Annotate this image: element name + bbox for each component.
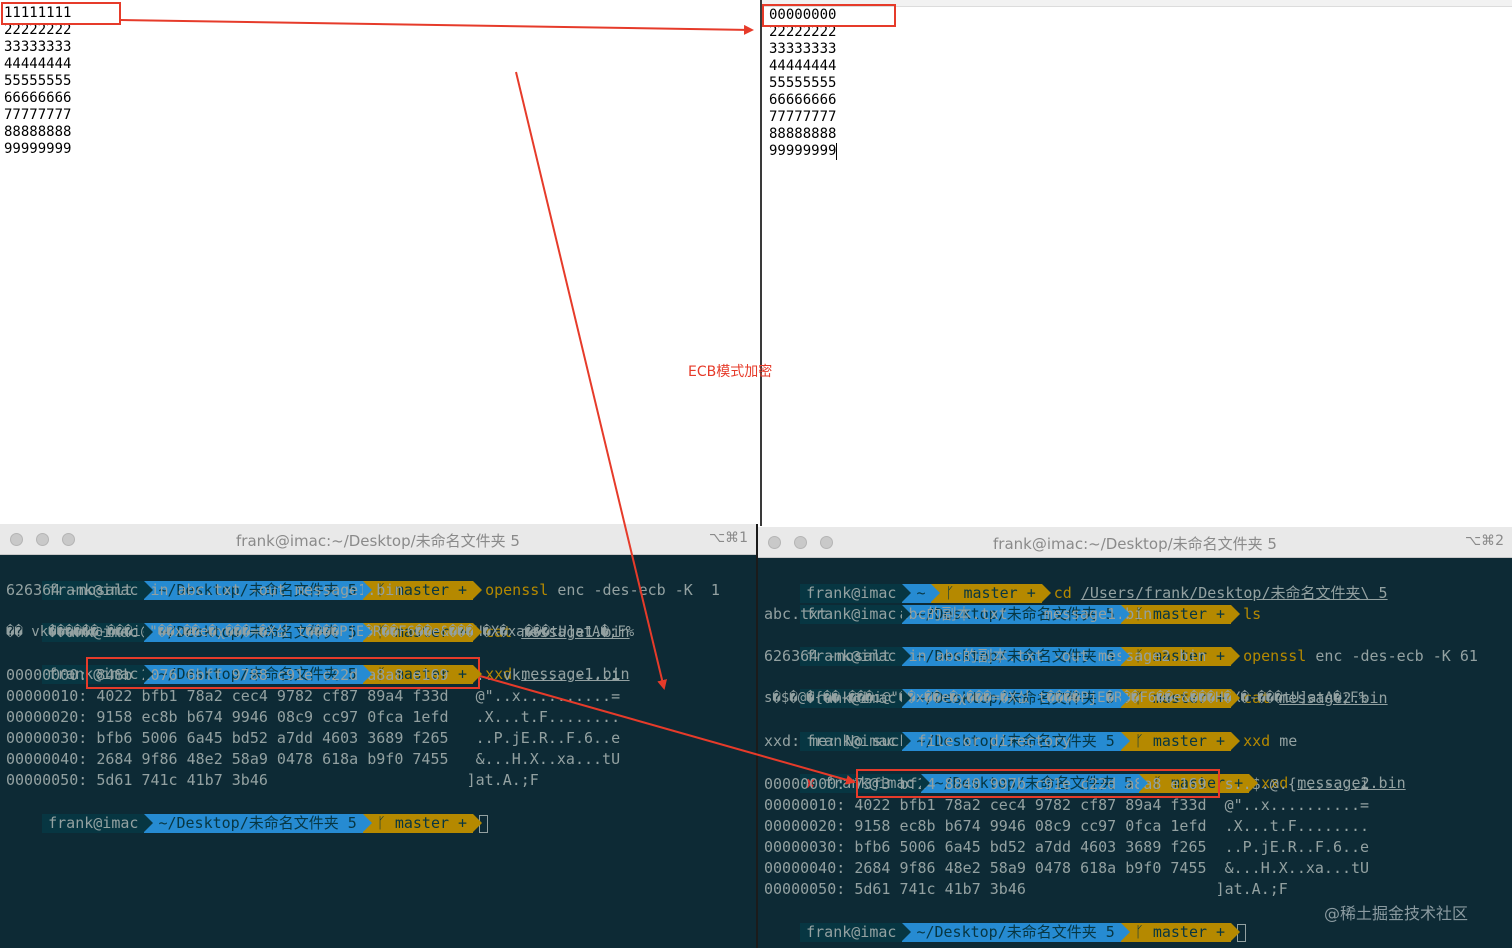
annotation-arrows — [120, 19, 856, 785]
arrow-to-terminal — [515, 71, 667, 690]
arrow-hex — [479, 675, 856, 785]
arrow-line1 — [120, 19, 754, 35]
